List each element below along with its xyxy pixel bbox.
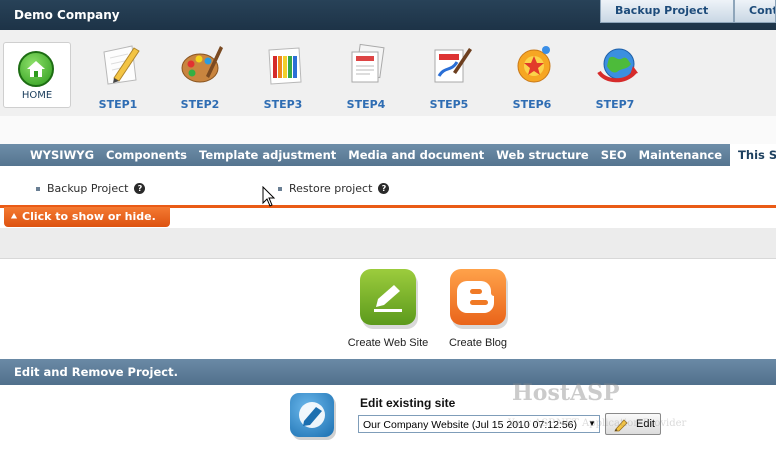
step7-button[interactable]: STEP7 xyxy=(581,42,649,114)
home-icon xyxy=(18,51,54,87)
toolbar-spacer xyxy=(0,116,776,144)
section-title: Edit and Remove Project. xyxy=(14,365,178,379)
watermark-logo: HostASP xyxy=(512,380,620,406)
edit-remove-section-header: Edit and Remove Project. xyxy=(0,359,776,385)
step-toolbar: HOME STEP1 STEP2 STEP3 STEP4 STEP5 STEP6… xyxy=(0,30,776,117)
step4-button[interactable]: STEP4 xyxy=(332,42,400,114)
color-swatches-icon xyxy=(263,42,307,86)
pencil-paper-icon xyxy=(98,42,142,86)
title-bar: Demo Company Backup Project Cont xyxy=(0,0,776,30)
menu-item-template-adjustment[interactable]: Template adjustment xyxy=(199,144,336,166)
tab-backup-project[interactable]: Backup Project xyxy=(600,0,734,23)
create-website-button[interactable]: Create Web Site xyxy=(343,269,433,349)
step1-button[interactable]: STEP1 xyxy=(84,42,152,114)
mouse-cursor-icon xyxy=(262,185,276,212)
step3-button[interactable]: STEP3 xyxy=(249,42,317,114)
step1-label: STEP1 xyxy=(98,98,138,111)
step7-label: STEP7 xyxy=(595,98,635,111)
edit-site-icon xyxy=(290,393,334,437)
company-name: Demo Company xyxy=(14,8,120,22)
menu-item-components[interactable]: Components xyxy=(106,144,187,166)
step4-label: STEP4 xyxy=(346,98,386,111)
step6-label: STEP6 xyxy=(512,98,552,111)
step6-button[interactable]: STEP6 xyxy=(498,42,566,114)
help-icon[interactable]: ? xyxy=(134,183,146,194)
menu-item-this-site[interactable]: This St xyxy=(730,144,776,166)
step2-button[interactable]: STEP2 xyxy=(166,42,234,114)
create-blog-button[interactable]: Create Blog xyxy=(433,269,523,349)
top-tabs: Backup Project Cont xyxy=(600,0,776,23)
create-blog-label: Create Blog xyxy=(448,337,508,349)
backup-project-label: Backup Project xyxy=(47,182,129,195)
restore-project-link[interactable]: Restore project ? xyxy=(278,182,390,195)
backup-project-link[interactable]: Backup Project ? xyxy=(36,182,146,195)
home-button[interactable]: HOME xyxy=(3,42,71,108)
menu-item-web-structure[interactable]: Web structure xyxy=(496,144,588,166)
step5-button[interactable]: STEP5 xyxy=(415,42,483,114)
paint-palette-icon xyxy=(180,42,224,86)
create-website-label: Create Web Site xyxy=(347,337,429,349)
bullet-icon xyxy=(278,186,282,191)
double-chevron-up-icon: ⯅ xyxy=(10,212,18,223)
menu-item-maintenance[interactable]: Maintenance xyxy=(639,144,722,166)
globe-arrow-icon xyxy=(595,42,639,86)
help-icon[interactable]: ? xyxy=(378,183,390,194)
toggle-label: Click to show or hide. xyxy=(22,210,156,223)
collapsed-panel xyxy=(0,228,776,259)
website-icon xyxy=(360,269,416,325)
show-hide-toggle[interactable]: ⯅ Click to show or hide. xyxy=(4,207,170,227)
home-label: HOME xyxy=(21,90,53,101)
tab-contact[interactable]: Cont xyxy=(734,0,776,23)
bullet-icon xyxy=(36,186,40,191)
edit-existing-site-title: Edit existing site xyxy=(360,396,456,410)
create-area: Create Web Site Create Blog xyxy=(0,259,776,359)
star-burst-icon xyxy=(512,42,556,86)
step5-label: STEP5 xyxy=(429,98,469,111)
paint-brush-document-icon xyxy=(429,42,473,86)
watermark-tagline: Your ASP.NET Application Provider xyxy=(508,418,687,429)
menu-item-seo[interactable]: SEO xyxy=(601,144,627,166)
documents-icon xyxy=(346,42,390,86)
step3-label: STEP3 xyxy=(263,98,303,111)
menu-item-media-and-document[interactable]: Media and document xyxy=(348,144,484,166)
menu-item-wysiwyg[interactable]: WYSIWYG xyxy=(30,144,94,166)
main-menu: WYSIWYG Components Template adjustment M… xyxy=(0,144,776,166)
sub-links: Backup Project ? Restore project ? xyxy=(0,176,776,200)
restore-project-label: Restore project xyxy=(289,182,373,195)
step2-label: STEP2 xyxy=(180,98,220,111)
blogger-icon xyxy=(450,269,506,325)
